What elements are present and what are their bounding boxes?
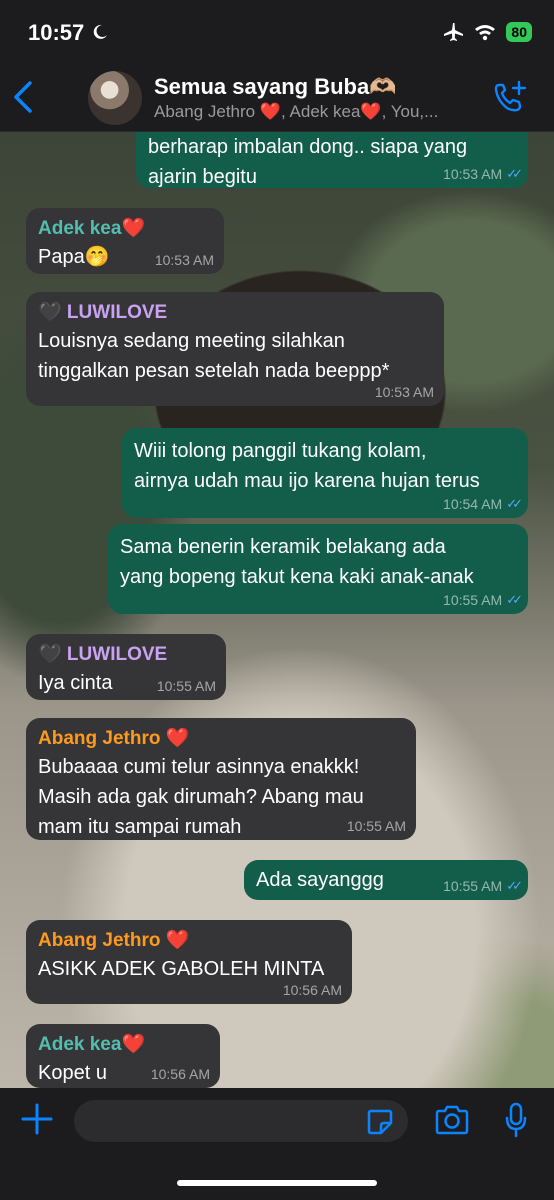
- sender-name: Adek kea❤️: [38, 218, 146, 239]
- sender-name: 🖤 LUWILOVE: [38, 644, 168, 665]
- message-time: 10:53 AM: [154, 252, 214, 268]
- message-time: 10:56 AM: [150, 1066, 210, 1082]
- plus-icon[interactable]: [20, 1102, 54, 1136]
- message-time: 10:53 AM ✓✓: [443, 166, 523, 182]
- message-text: ASIKK ADEK GABOLEH MINTA: [38, 958, 325, 980]
- sender-name: Abang Jethro ❤️: [38, 930, 190, 951]
- message-text: berharap imbalan dong.. siapa yang ajari…: [148, 136, 468, 188]
- message-bubble-incoming[interactable]: 🖤 LUWILOVE Louisnya sedang meeting silah…: [26, 292, 444, 406]
- message-text: Wiii tolong panggil tukang kolam, airnya…: [134, 440, 480, 492]
- message-time: 10:55 AM: [346, 818, 406, 834]
- moon-icon: [93, 24, 107, 39]
- message-bubble-incoming[interactable]: Adek kea❤️ Papa🤭 10:53 AM: [26, 208, 224, 274]
- message-time: 10:53 AM: [374, 384, 434, 400]
- sender-name: 🖤 LUWILOVE: [38, 302, 168, 323]
- add-call-icon[interactable]: [492, 80, 528, 114]
- read-receipt-icon: ✓✓: [506, 878, 523, 893]
- home-indicator[interactable]: [177, 1180, 377, 1186]
- group-avatar[interactable]: [88, 71, 142, 125]
- read-receipt-icon: ✓✓: [506, 592, 523, 607]
- camera-icon[interactable]: [434, 1104, 470, 1136]
- message-bubble-incoming[interactable]: 🖤 LUWILOVE Iya cinta 10:55 AM: [26, 634, 226, 700]
- message-time: 10:56 AM: [282, 982, 342, 998]
- read-receipt-icon: ✓✓: [506, 166, 523, 181]
- message-bubble-incoming[interactable]: Adek kea❤️ Kopet u 10:56 AM: [26, 1024, 220, 1088]
- status-time: 10:57: [28, 20, 85, 45]
- message-bubble-incoming[interactable]: Abang Jethro ❤️ Bubaaaa cumi telur asinn…: [26, 718, 416, 840]
- message-bubble-incoming[interactable]: Abang Jethro ❤️ ASIKK ADEK GABOLEH MINTA…: [26, 920, 352, 1004]
- sender-name: Abang Jethro ❤️: [38, 728, 190, 749]
- message-bubble-outgoing[interactable]: Sama benerin keramik belakang ada yang b…: [108, 524, 528, 614]
- message-list[interactable]: berharap imbalan dong.. siapa yang ajari…: [0, 132, 554, 1088]
- wifi-icon: [475, 25, 496, 41]
- chevron-left-icon[interactable]: [10, 80, 36, 114]
- message-time: 10:55 AM: [156, 678, 216, 694]
- message-time: 10:55 AM ✓✓: [443, 878, 523, 894]
- group-title[interactable]: Semua sayang Buba🫶🏼: [154, 74, 397, 100]
- group-members[interactable]: Abang Jethro ❤️, Adek kea❤️, You,...: [154, 102, 438, 122]
- chat-header: Semua sayang Buba🫶🏼 Abang Jethro ❤️, Ade…: [0, 62, 554, 132]
- sticker-icon[interactable]: [366, 1108, 394, 1136]
- airplane-icon: [444, 23, 464, 41]
- message-time: 10:54 AM ✓✓: [443, 496, 523, 512]
- read-receipt-icon: ✓✓: [506, 496, 523, 511]
- message-bubble-outgoing[interactable]: Wiii tolong panggil tukang kolam, airnya…: [122, 428, 528, 518]
- status-bar: 10:57 80: [0, 0, 554, 62]
- sender-name: Adek kea❤️: [38, 1034, 146, 1055]
- message-time: 10:55 AM ✓✓: [443, 592, 523, 608]
- message-input[interactable]: [74, 1100, 408, 1142]
- status-icons: 80: [442, 22, 532, 42]
- message-bubble-outgoing[interactable]: berharap imbalan dong.. siapa yang ajari…: [136, 132, 528, 188]
- microphone-icon[interactable]: [504, 1102, 528, 1140]
- message-bubble-outgoing[interactable]: Ada sayanggg 10:55 AM ✓✓: [244, 860, 528, 900]
- message-text: Louisnya sedang meeting silahkan tinggal…: [38, 330, 390, 382]
- composer-bar: [0, 1088, 554, 1200]
- message-text: Sama benerin keramik belakang ada yang b…: [120, 536, 474, 588]
- battery-indicator: 80: [506, 22, 532, 42]
